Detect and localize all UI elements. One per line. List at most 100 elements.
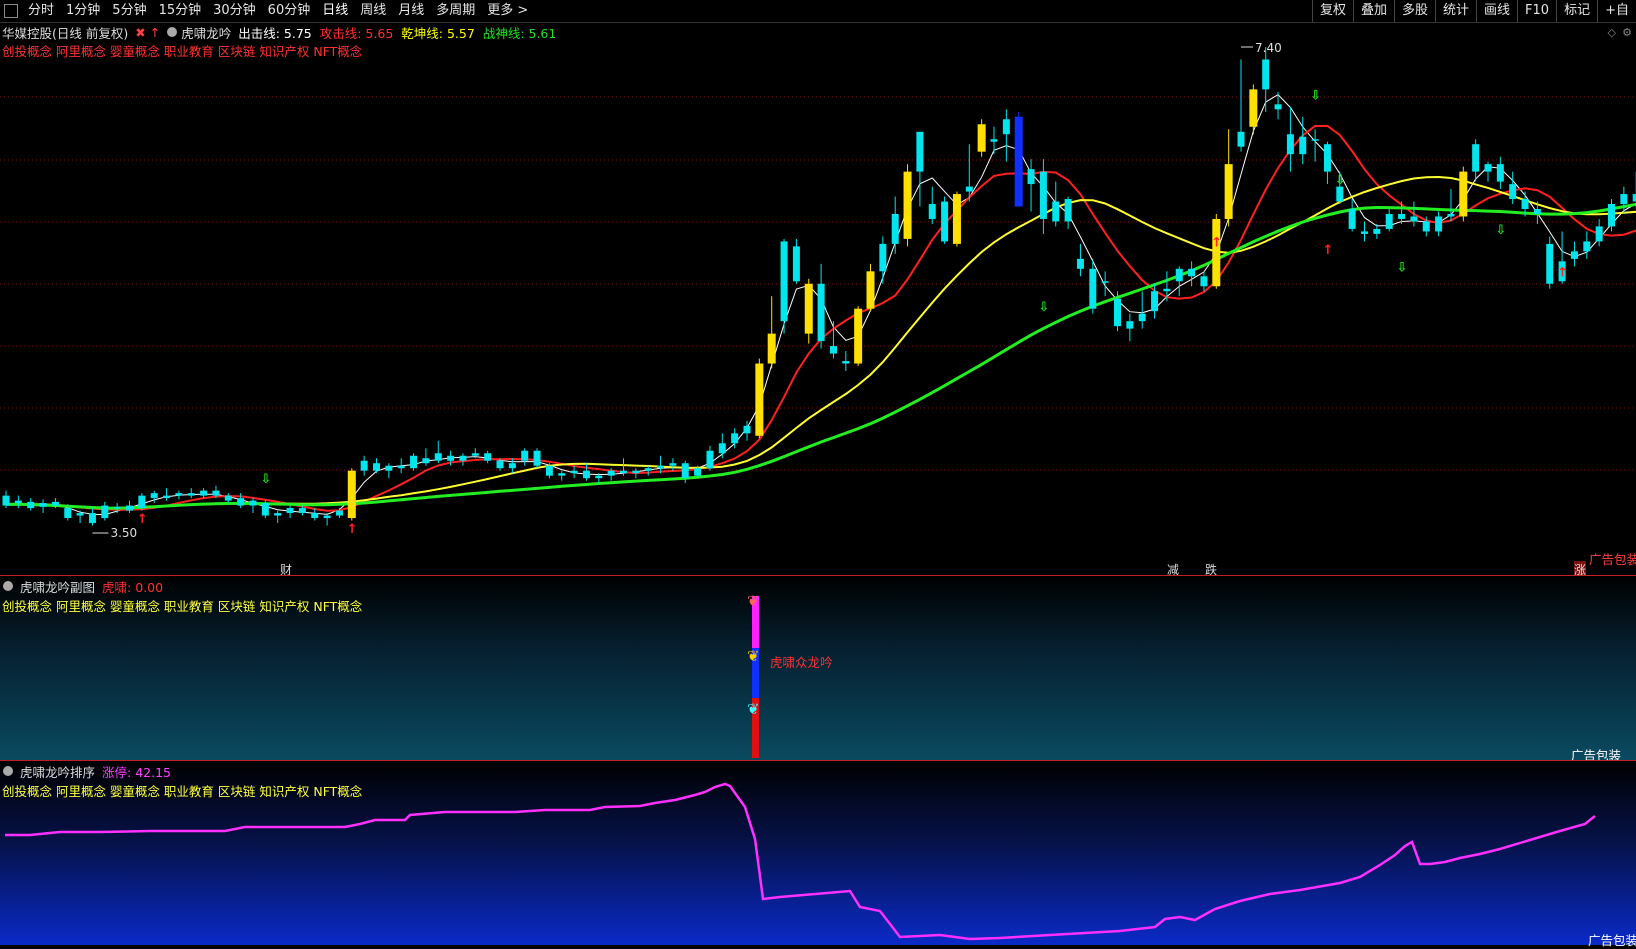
candle-body (347, 470, 356, 519)
candle-body (1224, 164, 1233, 219)
candle-body (1484, 164, 1492, 172)
candle-body (360, 460, 368, 471)
candle-body (2, 495, 10, 506)
period-tab-9[interactable]: 多周期 (430, 0, 481, 22)
period-tab-2[interactable]: 5分钟 (106, 0, 152, 22)
candle-body (644, 468, 652, 471)
candle-body (1151, 291, 1159, 312)
period-tab-8[interactable]: 月线 (392, 0, 430, 22)
butterfly-icon: ❦ (747, 700, 760, 718)
candle-body (558, 473, 566, 476)
candle-body (1089, 268, 1097, 309)
window-menu-icon[interactable] (4, 4, 18, 18)
candle-body (1138, 313, 1146, 322)
buy-arrow-icon: ↑ (1557, 265, 1568, 280)
candle-body (1570, 251, 1578, 259)
period-tab-10[interactable]: 更多 > (481, 0, 534, 22)
candle-body (595, 475, 603, 479)
toolbar-tool-1[interactable]: 叠加 (1352, 0, 1394, 22)
candle-body (224, 495, 232, 501)
candle-body (681, 463, 689, 479)
candle-body (879, 243, 887, 272)
candle-body (1398, 213, 1406, 219)
toolbar-tool-3[interactable]: 统计 (1435, 0, 1476, 22)
main-ad-text[interactable]: 广告包装 (1589, 549, 1636, 568)
sell-arrow-icon: ⇩ (1495, 223, 1506, 238)
buy-arrow-icon: ↑ (1322, 243, 1333, 258)
candle-body (335, 510, 343, 516)
candle-body (1237, 131, 1245, 147)
signal-label: 虎啸众龙吟 (770, 655, 833, 670)
period-tab-7[interactable]: 周线 (354, 0, 392, 22)
settings-icon[interactable]: ⚙ (1622, 26, 1632, 39)
candle-body (1422, 221, 1430, 232)
candle-body (237, 498, 245, 506)
candlestick-chart[interactable]: 7.403.50↑↑⇩⇩↑⇩⇩↑⇩↑⇩⇩↑⇩ (0, 22, 1636, 578)
period-toolbar: 分时 1分钟 5分钟 15分钟 30分钟 60分钟 日线 周线 月线 多周期 更多 > 复权 叠加 多股… (0, 0, 1636, 23)
period-tab-3[interactable]: 15分钟 (153, 0, 208, 22)
candle-body (1249, 89, 1258, 127)
candle-body (508, 463, 516, 469)
candle-body (187, 493, 195, 496)
toolbar-tool-2[interactable]: 多股 (1394, 0, 1435, 22)
candle-body (582, 470, 590, 479)
candle-body (941, 201, 949, 242)
candle-body (1435, 216, 1443, 232)
candle-body (175, 493, 183, 496)
candle-body (126, 505, 133, 511)
candle-body (1472, 144, 1480, 172)
rank-ad-text[interactable]: 广告包装 (1588, 930, 1636, 949)
candle-body (1027, 169, 1035, 185)
candle-body (607, 470, 615, 476)
toolbar-tool-0[interactable]: 复权 (1311, 0, 1353, 22)
candle-body (1212, 218, 1221, 287)
candle-body (1323, 144, 1331, 172)
period-tab-6[interactable]: 日线 (316, 0, 354, 22)
candle-body (1039, 171, 1047, 219)
toolbar-tool-6[interactable]: 标记 (1556, 0, 1597, 22)
toolbar-tool-5[interactable]: F10 (1517, 0, 1556, 22)
candle-body (829, 346, 837, 354)
period-tab-5[interactable]: 60分钟 (262, 0, 317, 22)
candle-body (64, 508, 72, 519)
candle-body (51, 501, 59, 506)
buy-arrow-icon: ↑ (1211, 235, 1222, 250)
candle-body (1336, 186, 1344, 202)
candle-body (1126, 321, 1134, 329)
candle-body (842, 361, 850, 364)
period-tab-1[interactable]: 1分钟 (60, 0, 106, 22)
candle-body (928, 204, 936, 219)
low-price-label: 3.50 (110, 526, 137, 540)
candle-body (792, 246, 800, 282)
candle-body (150, 493, 158, 499)
candle-body (249, 500, 257, 506)
candle-body (1361, 231, 1368, 234)
candle-body (854, 308, 863, 364)
candle-body (743, 425, 751, 434)
rank-line-chart[interactable] (0, 761, 1636, 945)
candle-body (1583, 241, 1591, 252)
candle-body (657, 465, 665, 469)
candle-body (977, 124, 986, 152)
butterfly-icon: ❦ (747, 647, 760, 665)
toolbar-tool-7[interactable]: +自 (1597, 0, 1636, 22)
period-tab-0[interactable]: 分时 (22, 0, 60, 22)
candle-body (545, 465, 553, 476)
candle-body (1163, 288, 1171, 292)
period-tab-4[interactable]: 30分钟 (207, 0, 262, 22)
candle-body (952, 194, 961, 244)
sell-arrow-icon: ⇩ (1310, 88, 1321, 103)
toolbar-tool-4[interactable]: 画线 (1476, 0, 1517, 22)
sell-arrow-icon: ⇩ (1038, 300, 1049, 315)
candle-body (459, 455, 467, 461)
toolbar-right-tools: 复权 叠加 多股 统计 画线 F10 标记 +自 (1311, 0, 1636, 22)
candle-body (1521, 199, 1529, 209)
high-price-label: 7.40 (1255, 41, 1282, 55)
candle-body (88, 513, 96, 524)
candle-body (27, 501, 35, 509)
diamond-icon[interactable]: ◇ (1608, 26, 1616, 39)
candle-body (903, 171, 912, 239)
candle-body (484, 453, 492, 461)
candle-body (755, 363, 764, 436)
candle-body (311, 513, 319, 519)
